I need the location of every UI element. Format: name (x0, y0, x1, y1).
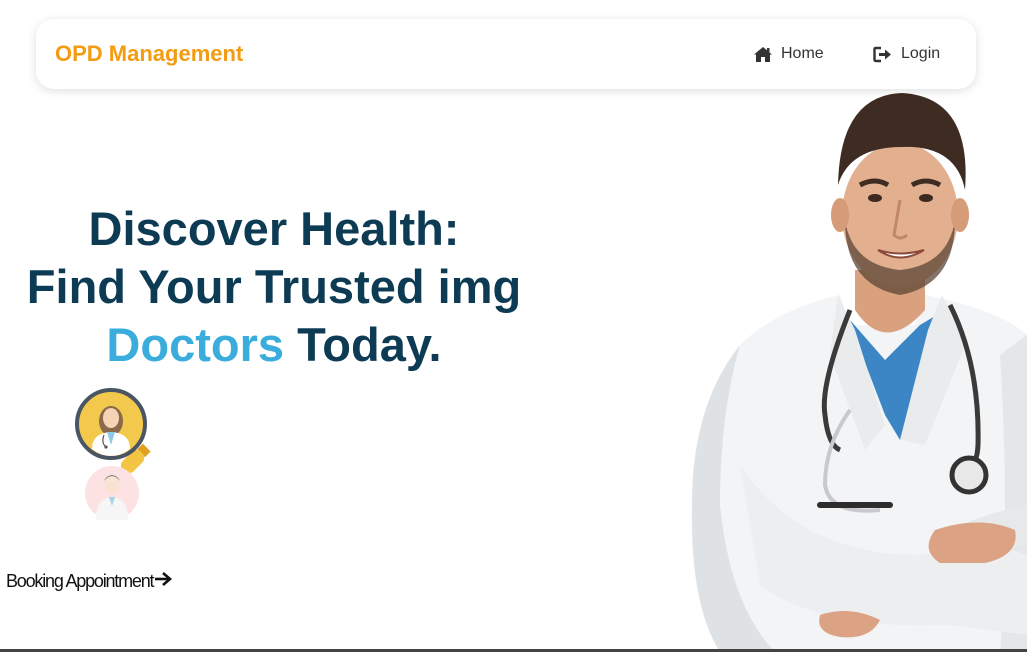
brand-logo[interactable]: OPD Management (55, 41, 243, 67)
booking-appointment-link[interactable]: Booking Appointment (6, 571, 173, 592)
booking-appointment-label: Booking Appointment (6, 571, 155, 591)
navbar: OPD Management Home Login (36, 19, 976, 89)
nav-login-link[interactable]: Login (873, 43, 940, 65)
nav-home-link[interactable]: Home (753, 43, 824, 65)
arrow-right-icon (153, 571, 173, 592)
sign-in-icon (873, 46, 893, 63)
doctor-search-illustration (70, 385, 170, 525)
hero-accent-word: Doctors (106, 318, 285, 371)
hero-line-1: Discover Health: (88, 202, 460, 255)
hero-line-3: Doctors Today. (0, 316, 548, 374)
nav-home-label: Home (781, 45, 824, 62)
hero-line-2: Find Your Trusted img (26, 260, 522, 313)
hero-headline: Discover Health: Find Your Trusted img D… (0, 200, 548, 374)
hero-line-3-rest: Today. (284, 318, 442, 371)
home-icon (753, 46, 773, 63)
nav-login-label: Login (901, 45, 941, 62)
page: OPD Management Home Login Discover Healt… (0, 0, 1027, 652)
doctor-photo (680, 85, 1027, 652)
